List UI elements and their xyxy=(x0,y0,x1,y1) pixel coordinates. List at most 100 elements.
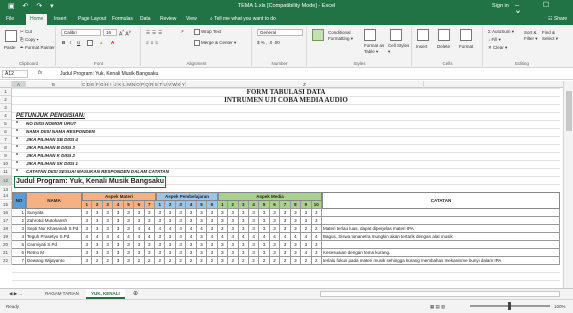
score-cell[interactable]: 4 xyxy=(228,233,239,241)
score-cell[interactable]: 3 xyxy=(259,217,270,225)
judul-program[interactable]: Judul Program: Yuk, Kenali Musik Bangsak… xyxy=(14,176,167,188)
row-catatan[interactable] xyxy=(322,241,560,249)
orientation-button[interactable]: ↗ xyxy=(180,29,184,35)
row-catatan[interactable] xyxy=(322,217,560,225)
score-cell[interactable]: 3 xyxy=(238,241,249,249)
score-cell[interactable]: 4 xyxy=(92,233,103,241)
score-cell[interactable]: 3 xyxy=(155,209,166,217)
score-cell[interactable]: 3 xyxy=(102,249,114,257)
score-cell[interactable]: 3 xyxy=(144,249,156,257)
view-buttons[interactable]: ▦ ▤ ▥ xyxy=(430,304,445,310)
score-cell[interactable]: 4 xyxy=(144,233,156,241)
font-size-select[interactable]: 16 xyxy=(103,29,117,36)
score-cell[interactable]: 4 xyxy=(134,233,145,241)
score-cell[interactable]: 4 xyxy=(165,225,176,233)
score-cell[interactable]: 3 xyxy=(144,209,156,217)
copy-button[interactable]: ⎘ Copy ▾ xyxy=(20,37,39,42)
score-cell[interactable]: 3 xyxy=(290,209,302,217)
underline-button[interactable]: U xyxy=(77,40,80,45)
score-cell[interactable]: 2 xyxy=(311,225,322,233)
score-cell[interactable]: 4 xyxy=(311,233,322,241)
score-cell[interactable]: 4 xyxy=(280,233,291,241)
font-grow-shrink[interactable]: A^ Av xyxy=(119,29,131,38)
score-cell[interactable]: 3 xyxy=(269,217,281,225)
formula-input[interactable]: Judul Program: Yuk, Kenali Musik Bangsak… xyxy=(60,71,158,77)
score-cell[interactable]: 3 xyxy=(113,257,124,265)
row-no[interactable]: 1 xyxy=(12,209,26,217)
score-cell[interactable]: 3 xyxy=(217,241,229,249)
row-header[interactable]: 17 xyxy=(0,217,12,225)
score-cell[interactable]: 3 xyxy=(155,249,166,257)
row-nama[interactable]: Sunyata xyxy=(26,209,82,217)
score-cell[interactable]: 4 xyxy=(175,225,187,233)
score-cell[interactable]: 3 xyxy=(207,225,218,233)
score-cell[interactable]: 2 xyxy=(155,257,166,265)
score-cell[interactable]: 3 xyxy=(123,249,135,257)
select-all-corner[interactable] xyxy=(0,81,12,88)
score-cell[interactable]: 4 xyxy=(196,225,208,233)
zoom-slider-knob[interactable] xyxy=(508,302,511,310)
score-cell[interactable]: 3 xyxy=(102,225,114,233)
score-cell[interactable]: 3 xyxy=(238,209,249,217)
score-cell[interactable]: 3 xyxy=(238,217,249,225)
score-cell[interactable]: 3 xyxy=(102,209,114,217)
score-cell[interactable]: 3 xyxy=(92,225,103,233)
tab-formulas[interactable]: Formulas xyxy=(112,16,133,22)
vertical-align-buttons[interactable]: ☰☰☰ xyxy=(146,30,164,36)
score-cell[interactable]: 3 xyxy=(228,209,239,217)
tab-review[interactable]: Review xyxy=(160,16,176,22)
score-cell[interactable]: 3 xyxy=(207,209,218,217)
row-nama[interactable]: Carmiyati S.Pd xyxy=(26,241,82,249)
row-header[interactable]: 18 xyxy=(0,225,12,233)
score-cell[interactable]: 2 xyxy=(311,257,322,265)
score-cell[interactable]: 3 xyxy=(175,217,187,225)
borders-button[interactable] xyxy=(87,40,94,46)
score-cell[interactable]: 3 xyxy=(196,217,208,225)
fill-color-button[interactable]: ▲ xyxy=(99,40,103,45)
score-cell[interactable]: 3 xyxy=(165,209,176,217)
score-cell[interactable]: 3 xyxy=(113,241,124,249)
score-cell[interactable]: 2 xyxy=(280,257,291,265)
score-cell[interactable]: 3 xyxy=(196,209,208,217)
row-header[interactable]: 5 xyxy=(0,120,12,128)
merge-center-button[interactable]: Merge & Center ▾ xyxy=(194,40,236,46)
row-header[interactable]: 6 xyxy=(0,128,12,136)
score-cell[interactable]: 3 xyxy=(155,233,166,241)
score-cell[interactable]: 2 xyxy=(186,257,197,265)
score-cell[interactable]: 3 xyxy=(82,225,93,233)
tab-page-layout[interactable]: Page Layout xyxy=(78,16,106,22)
score-cell[interactable]: 3 xyxy=(248,217,260,225)
score-cell[interactable]: 3 xyxy=(113,209,124,217)
score-cell[interactable]: 3 xyxy=(207,217,218,225)
score-cell[interactable]: 3 xyxy=(113,249,124,257)
score-cell[interactable]: 3 xyxy=(134,241,145,249)
row-header[interactable]: 22 xyxy=(0,257,12,265)
score-cell[interactable]: 3 xyxy=(311,217,322,225)
fill-button[interactable]: ↓ Fill ▾ xyxy=(488,37,501,43)
score-cell[interactable]: 3 xyxy=(248,241,260,249)
score-cell[interactable]: 3 xyxy=(165,233,176,241)
score-cell[interactable]: 3 xyxy=(259,209,270,217)
font-name-select[interactable]: Calibri xyxy=(61,29,101,36)
score-cell[interactable]: 3 xyxy=(82,257,93,265)
tab-home[interactable]: Home xyxy=(26,14,48,25)
score-cell[interactable]: 2 xyxy=(248,257,260,265)
score-cell[interactable]: 3 xyxy=(196,233,208,241)
score-cell[interactable]: 3 xyxy=(186,249,197,257)
score-cell[interactable]: 4 xyxy=(82,233,93,241)
score-cell[interactable]: 3 xyxy=(113,217,124,225)
score-cell[interactable]: 3 xyxy=(248,209,260,217)
score-cell[interactable]: 3 xyxy=(186,217,197,225)
row-header[interactable]: 19 xyxy=(0,233,12,241)
score-cell[interactable]: 3 xyxy=(82,249,93,257)
score-cell[interactable]: 3 xyxy=(165,217,176,225)
insert-cells-button[interactable] xyxy=(417,29,430,41)
find-select-button[interactable]: Find & Select ▾ xyxy=(542,30,560,42)
score-cell[interactable]: 3 xyxy=(92,249,103,257)
number-format-select[interactable]: General xyxy=(257,29,303,36)
score-cell[interactable]: 2 xyxy=(217,225,229,233)
cell-styles-button[interactable] xyxy=(390,29,403,41)
row-header[interactable]: 10 xyxy=(0,160,12,168)
score-cell[interactable]: 3 xyxy=(196,249,208,257)
score-cell[interactable]: 4 xyxy=(301,233,312,241)
